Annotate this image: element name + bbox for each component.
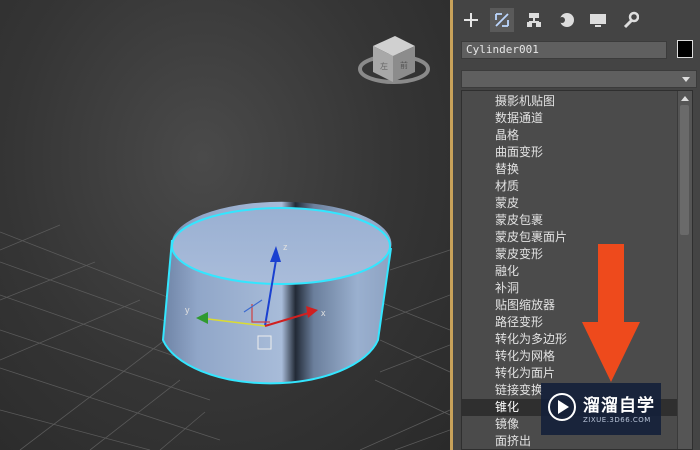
modify-tab-icon[interactable]: [490, 8, 514, 32]
watermark-title: 溜溜自学: [583, 396, 655, 416]
object-name-field[interactable]: [461, 41, 667, 59]
modifier-item[interactable]: 转化为网格: [495, 348, 555, 365]
modifier-item[interactable]: 摄影机贴图: [495, 93, 555, 110]
modifier-item[interactable]: 数据通道: [495, 110, 543, 127]
watermark: 溜溜自学 ZIXUE.3D66.COM: [541, 383, 661, 435]
modifier-item[interactable]: 贴图缩放器: [495, 297, 555, 314]
create-tab-plus-icon[interactable]: [459, 8, 483, 32]
modifier-item[interactable]: 融化: [495, 263, 519, 280]
modifier-item[interactable]: 补洞: [495, 280, 519, 297]
motion-tab-icon[interactable]: [554, 8, 578, 32]
chevron-down-icon: [682, 77, 690, 82]
utilities-wrench-icon[interactable]: [618, 8, 642, 32]
scroll-up-icon[interactable]: [681, 96, 689, 101]
display-tab-icon[interactable]: [586, 8, 610, 32]
modifier-item[interactable]: 曲面变形: [495, 144, 543, 161]
modifier-item[interactable]: 替换: [495, 161, 519, 178]
modifier-item[interactable]: 蒙皮: [495, 195, 519, 212]
modifier-list-dropdown[interactable]: [461, 70, 697, 88]
z-axis-label: z: [283, 242, 288, 252]
watermark-url: ZIXUE.3D66.COM: [583, 416, 651, 424]
red-pointer-arrow-icon: [582, 244, 640, 382]
modifier-item[interactable]: 镜像: [495, 416, 519, 433]
play-logo-icon: [548, 393, 576, 421]
viewport-scene: z y x 左 前: [0, 36, 450, 450]
modifier-item[interactable]: 蒙皮包裹: [495, 212, 543, 229]
modifier-item[interactable]: 蒙皮变形: [495, 246, 543, 263]
viewcube[interactable]: 左 前: [358, 36, 430, 84]
modifier-item[interactable]: 面挤出: [495, 433, 531, 449]
modifier-item[interactable]: 材质: [495, 178, 519, 195]
hierarchy-tab-icon[interactable]: [522, 8, 546, 32]
modifier-item[interactable]: 蒙皮包裹面片: [495, 229, 567, 246]
modifier-item[interactable]: 链接变换: [495, 382, 543, 399]
svg-text:前: 前: [400, 60, 408, 70]
modifier-item[interactable]: 转化为多边形: [495, 331, 567, 348]
svg-text:左: 左: [380, 61, 388, 71]
y-axis-label: y: [185, 305, 190, 315]
cylinder001-mesh: [161, 201, 392, 385]
object-color-swatch[interactable]: [677, 40, 693, 58]
modifier-item[interactable]: 晶格: [495, 127, 519, 144]
modifier-list-scrollbar[interactable]: [677, 91, 692, 449]
x-axis-label: x: [321, 308, 326, 318]
viewport-perspective[interactable]: z y x 左 前: [0, 0, 450, 450]
modifier-item[interactable]: 路径变形: [495, 314, 543, 331]
modifier-item[interactable]: 转化为面片: [495, 365, 555, 382]
scroll-thumb[interactable]: [680, 105, 689, 235]
